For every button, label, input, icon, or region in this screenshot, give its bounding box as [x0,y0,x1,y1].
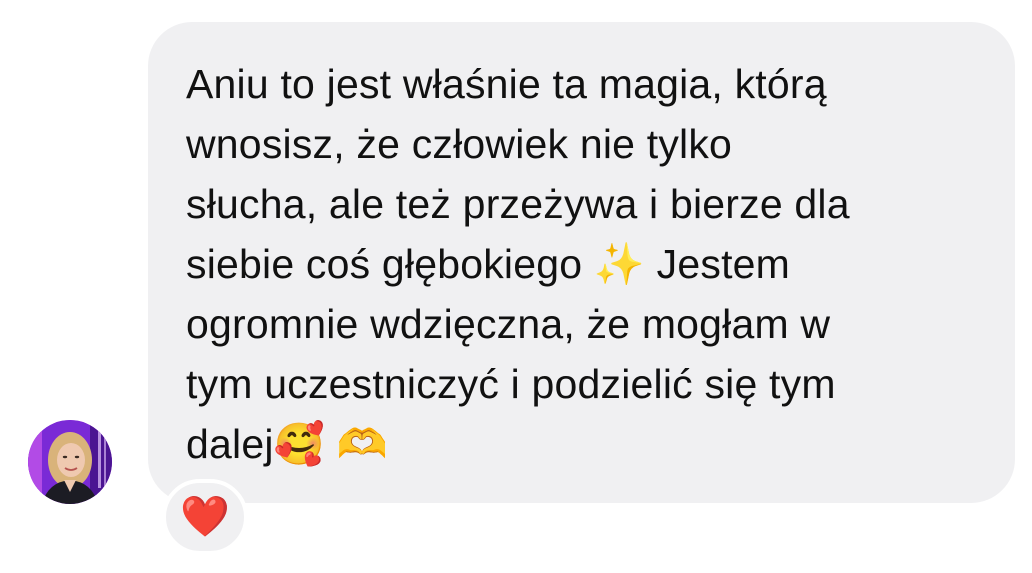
message-line-7: dalej🥰 🫶 [186,421,388,467]
sender-avatar[interactable] [28,420,112,504]
avatar-photo [28,420,112,504]
message-line-4: siebie coś głębokiego ✨ Jestem [186,241,791,287]
heart-reaction[interactable]: ❤️ [162,479,248,555]
message-bubble[interactable]: Aniu to jest właśnie ta magia, którą wno… [148,22,1015,503]
message-line-6: tym uczestniczyć i podzielić się tym [186,361,836,407]
message-line-2: wnosisz, że człowiek nie tylko [186,121,733,167]
message-line-3: słucha, ale też przeżywa i bierze dla [186,181,850,227]
message-line-1: Aniu to jest właśnie ta magia, którą [186,61,827,107]
message-line-5: ogromnie wdzięczna, że mogłam w [186,301,831,347]
heart-icon: ❤️ [180,495,230,539]
message-text: Aniu to jest właśnie ta magia, którą wno… [186,54,985,474]
